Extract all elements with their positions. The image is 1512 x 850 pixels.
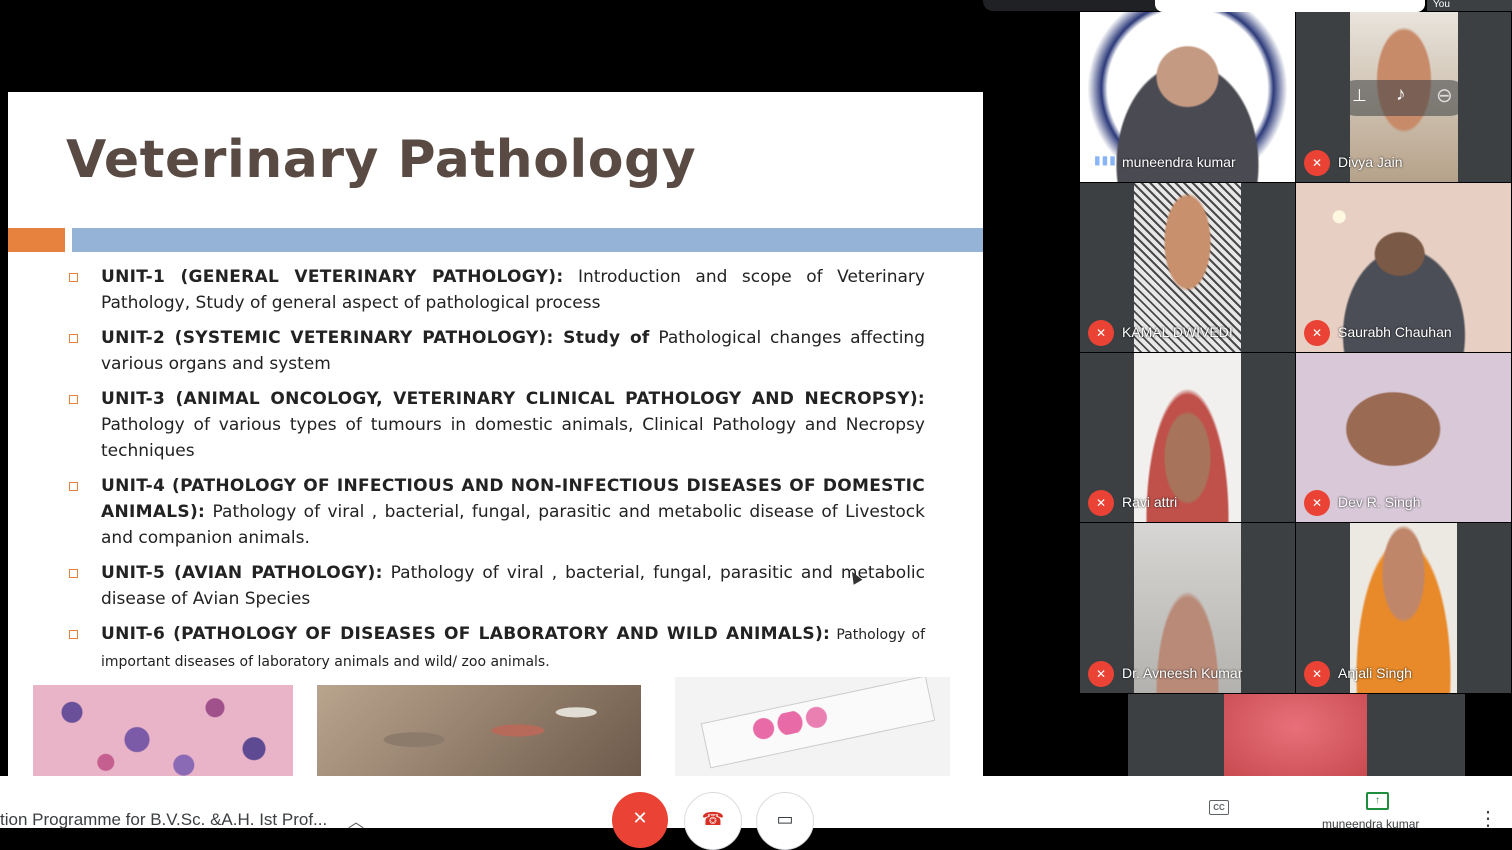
speaking-indicator-icon: ▮▮▮ xyxy=(1094,153,1117,167)
participant-name: KAMAL DWIVEDI xyxy=(1122,324,1233,340)
mic-off-icon: ✕ xyxy=(1304,150,1330,176)
participant-tile[interactable]: ▮▮▮ muneendra kumar xyxy=(1080,12,1295,182)
histology-cells-image xyxy=(33,685,293,776)
chevron-up-icon[interactable]: ︿ xyxy=(348,808,364,832)
square-bullet-icon xyxy=(69,630,78,639)
unit-list: UNIT-1 (GENERAL VETERINARY PATHOLOGY): I… xyxy=(63,264,925,684)
title-accent-blue xyxy=(72,228,983,252)
meeting-info-pill[interactable] xyxy=(983,0,1158,11)
unit-description: Pathology of viral , bacterial, fungal, … xyxy=(101,502,925,548)
participant-tile[interactable]: ✕ Anjali Singh xyxy=(1296,523,1511,693)
unit-heading: UNIT-3 (ANIMAL ONCOLOGY, VETERINARY CLIN… xyxy=(101,389,925,409)
participant-tile[interactable]: ✕ Ravi attri xyxy=(1080,353,1295,522)
mic-off-icon: ✕ xyxy=(1304,320,1330,346)
square-bullet-icon xyxy=(69,569,78,578)
unit-heading: UNIT-1 (GENERAL VETERINARY PATHOLOGY): xyxy=(101,267,564,287)
unit-item-2: UNIT-2 (SYSTEMIC VETERINARY PATHOLOGY): … xyxy=(63,325,925,377)
meeting-controls-bar: tion Programme for B.V.Sc. &A.H. Ist Pro… xyxy=(0,776,1512,850)
mute-participant-icon[interactable]: ♪ xyxy=(1396,84,1406,106)
participant-name: Divya Jain xyxy=(1338,154,1403,170)
tile-hover-controls: ⊥ ♪ ⊖ xyxy=(1338,80,1468,116)
camera-icon: ▭ xyxy=(776,809,794,829)
mic-off-icon: ✕ xyxy=(1088,320,1114,346)
unit-heading: UNIT-5 (AVIAN PATHOLOGY): xyxy=(101,563,383,583)
square-bullet-icon xyxy=(69,395,78,404)
participant-tile[interactable]: ✕ KAMAL DWIVEDI xyxy=(1080,183,1295,352)
unit-heading: UNIT-6 (PATHOLOGY OF DISEASES OF LABORAT… xyxy=(101,624,831,644)
presenter-label: muneendra kumar xyxy=(1322,817,1420,831)
microscope-slide-image xyxy=(675,677,950,776)
unit-description: Pathology of various types of tumours in… xyxy=(101,415,925,461)
unit-item-3: UNIT-3 (ANIMAL ONCOLOGY, VETERINARY CLIN… xyxy=(63,386,925,464)
unit-item-6: UNIT-6 (PATHOLOGY OF DISEASES OF LABORAT… xyxy=(63,621,925,675)
participant-tile[interactable]: ✕ Dr. Avneesh Kumar xyxy=(1080,523,1295,693)
slide-title: Veterinary Pathology xyxy=(66,130,697,190)
participant-video xyxy=(1224,694,1367,776)
meeting-title[interactable]: tion Programme for B.V.Sc. &A.H. Ist Pro… xyxy=(0,810,327,830)
mic-off-icon: ✕ xyxy=(1088,490,1114,516)
unit-item-5: UNIT-5 (AVIAN PATHOLOGY): Pathology of v… xyxy=(63,560,925,612)
participant-tile[interactable] xyxy=(1128,694,1465,776)
participant-tile[interactable]: ✕ Saurabh Chauhan xyxy=(1296,183,1511,352)
present-icon[interactable]: ↑ xyxy=(1366,792,1389,810)
hangup-icon: ☎ xyxy=(701,809,725,829)
remove-icon[interactable]: ⊖ xyxy=(1436,83,1453,108)
square-bullet-icon xyxy=(69,482,78,491)
camera-toggle-button[interactable]: ▭ xyxy=(756,792,814,850)
unit-item-1: UNIT-1 (GENERAL VETERINARY PATHOLOGY): I… xyxy=(63,264,925,316)
unit-item-4: UNIT-4 (PATHOLOGY OF INFECTIOUS AND NON-… xyxy=(63,473,925,551)
microphone-toggle-button[interactable]: ✕ xyxy=(612,792,668,848)
presentation-slide: Veterinary Pathology UNIT-1 (GENERAL VET… xyxy=(8,92,983,776)
title-accent-orange xyxy=(8,228,65,252)
more-vert-icon[interactable]: ⋮ xyxy=(1478,806,1498,831)
participant-name: Anjali Singh xyxy=(1338,665,1412,681)
square-bullet-icon xyxy=(69,334,78,343)
leave-call-button[interactable]: ☎ xyxy=(684,792,742,850)
necropsy-image xyxy=(317,685,641,776)
mic-off-icon: ✕ xyxy=(1088,661,1114,687)
pin-icon[interactable]: ⊥ xyxy=(1352,86,1367,106)
square-bullet-icon xyxy=(69,273,78,282)
participant-name: Ravi attri xyxy=(1122,494,1178,510)
captions-icon[interactable]: CC xyxy=(1209,800,1229,815)
participant-name: Dr. Avneesh Kumar xyxy=(1122,665,1243,681)
mic-off-icon: ✕ xyxy=(1304,490,1330,516)
mic-off-icon: ✕ xyxy=(632,808,648,828)
participant-tile[interactable]: ✕ Dev R. Singh xyxy=(1296,353,1511,522)
participant-name: Saurabh Chauhan xyxy=(1338,324,1452,340)
participant-tile[interactable]: ⊥ ♪ ⊖ ✕ Divya Jain xyxy=(1296,12,1511,182)
mic-off-icon: ✕ xyxy=(1304,661,1330,687)
unit-heading: UNIT-2 (SYSTEMIC VETERINARY PATHOLOGY): … xyxy=(101,328,650,348)
notification-bar xyxy=(1155,0,1425,12)
participant-name: Dev R. Singh xyxy=(1338,494,1421,510)
participant-name: muneendra kumar xyxy=(1122,154,1236,170)
self-view-label: You xyxy=(1427,0,1512,11)
